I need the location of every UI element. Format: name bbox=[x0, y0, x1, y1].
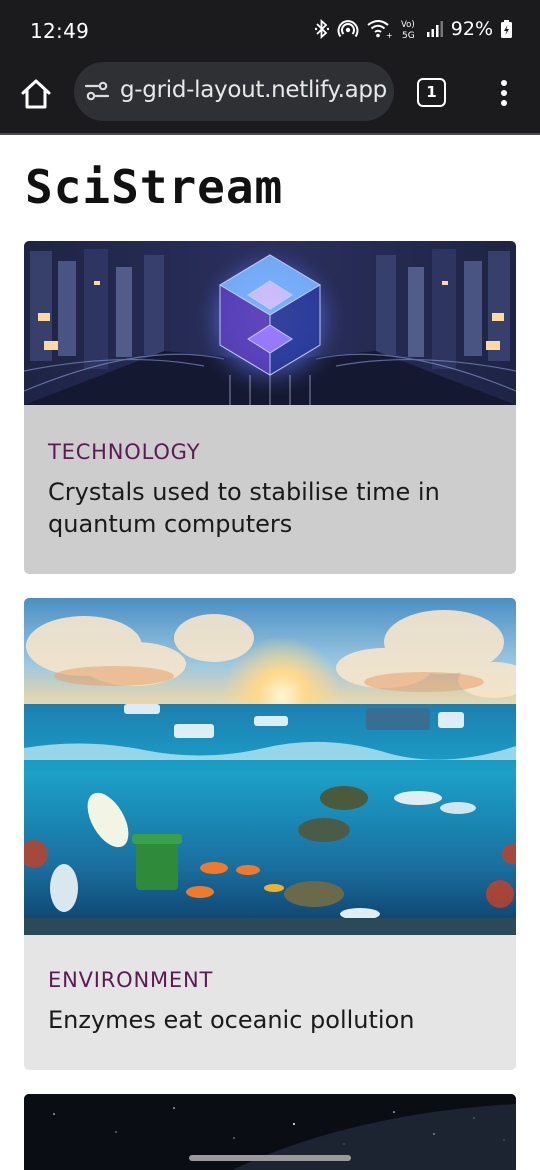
volte-5g-icon: Vo) 5G bbox=[401, 18, 419, 40]
browser-toolbar: g-grid-layout.netlify.app 1 bbox=[0, 62, 540, 133]
svg-text:Vo): Vo) bbox=[401, 20, 415, 30]
tab-switcher-button[interactable]: 1 bbox=[417, 78, 446, 107]
battery-icon bbox=[501, 20, 512, 38]
quantum-crystal-image bbox=[24, 241, 516, 405]
card-headline[interactable]: Enzymes eat oceanic pollution bbox=[48, 1004, 488, 1036]
site-info-icon[interactable] bbox=[84, 78, 110, 104]
home-icon bbox=[21, 79, 51, 109]
article-card[interactable]: TECHNOLOGY Crystals used to stabilise ti… bbox=[24, 241, 516, 574]
status-bar: 12:49 + Vo) 5G 92% bbox=[0, 0, 540, 62]
url-text: g-grid-layout.netlify.app bbox=[120, 77, 387, 103]
toolbar-divider bbox=[0, 133, 540, 135]
card-category: ENVIRONMENT bbox=[48, 968, 214, 992]
svg-text:+: + bbox=[386, 31, 393, 39]
card-headline[interactable]: Crystals used to stabilise time in quant… bbox=[48, 476, 488, 540]
more-vert-icon[interactable] bbox=[492, 76, 516, 110]
status-icons: + Vo) 5G 92% bbox=[314, 18, 512, 40]
battery-percent: 92% bbox=[450, 18, 493, 40]
home-button[interactable] bbox=[18, 76, 54, 112]
url-bar[interactable]: g-grid-layout.netlify.app bbox=[74, 62, 394, 121]
wifi-icon: + bbox=[367, 19, 393, 39]
ocean-pollution-image bbox=[24, 598, 516, 935]
hotspot-icon bbox=[337, 19, 359, 39]
site-title: SciStream bbox=[25, 160, 284, 214]
bluetooth-icon bbox=[314, 19, 329, 39]
svg-text:5G: 5G bbox=[402, 31, 415, 40]
card-category: TECHNOLOGY bbox=[48, 440, 201, 464]
article-card[interactable]: ENVIRONMENT Enzymes eat oceanic pollutio… bbox=[24, 598, 516, 1070]
status-time: 12:49 bbox=[30, 19, 90, 43]
gesture-bar[interactable] bbox=[189, 1155, 351, 1161]
signal-icon bbox=[426, 20, 443, 38]
